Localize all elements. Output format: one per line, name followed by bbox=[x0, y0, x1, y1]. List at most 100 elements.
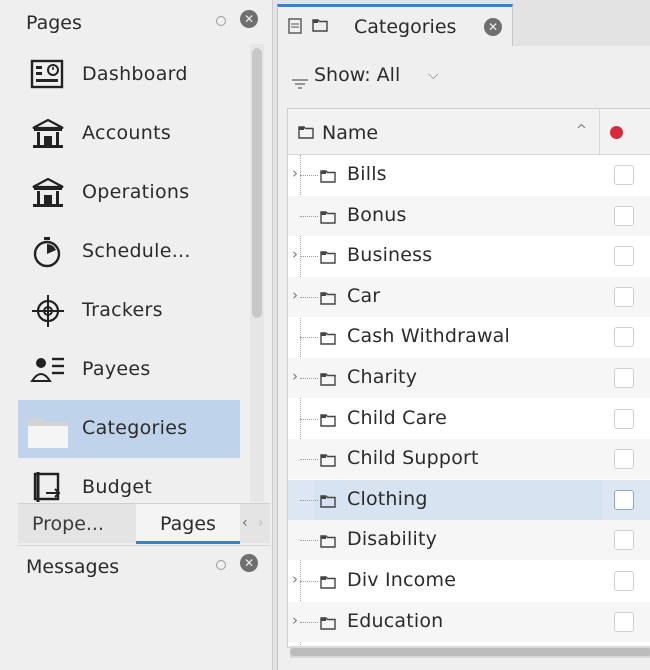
folder-icon bbox=[320, 412, 336, 431]
tree-header: Name ^ bbox=[288, 109, 650, 155]
pages-list: Dashboard Accounts Operations Schedule... Tr… bbox=[18, 44, 250, 502]
tree-row[interactable]: › Business bbox=[288, 236, 650, 276]
close-tab-icon[interactable]: ✕ bbox=[484, 18, 502, 36]
category-checkbox[interactable] bbox=[614, 611, 634, 632]
messages-dock-title: Messages bbox=[26, 556, 120, 578]
category-checkbox[interactable] bbox=[614, 165, 634, 185]
mark-column-icon bbox=[610, 126, 623, 139]
budget-icon bbox=[30, 471, 66, 505]
page-item-label: Dashboard bbox=[82, 63, 188, 85]
folder-icon bbox=[320, 533, 336, 552]
tree-branch-line bbox=[300, 499, 318, 501]
tab-pages[interactable]: Pages bbox=[136, 504, 240, 544]
folder-icon bbox=[320, 371, 336, 390]
category-checkbox[interactable] bbox=[614, 489, 634, 510]
page-item-payees[interactable]: Payees bbox=[18, 341, 240, 399]
tree-row[interactable]: Cash Withdrawal bbox=[288, 317, 650, 357]
column-header-name-label: Name bbox=[322, 122, 379, 144]
page-item-label: Accounts bbox=[82, 122, 172, 144]
folder-icon bbox=[320, 209, 336, 228]
page-item-label: Payees bbox=[82, 358, 151, 380]
category-label: Child Care bbox=[347, 406, 447, 429]
payees-icon bbox=[30, 353, 66, 387]
category-checkbox[interactable] bbox=[614, 408, 634, 429]
expand-chevron-icon[interactable]: › bbox=[292, 367, 298, 385]
sort-ascending-icon: ^ bbox=[576, 123, 587, 138]
tree-row[interactable]: Disability bbox=[288, 520, 650, 561]
folder-icon bbox=[320, 249, 336, 268]
tab-categories[interactable]: Categories ✕ bbox=[277, 4, 513, 46]
tree-branch-line bbox=[300, 378, 318, 379]
tree-branch-line bbox=[300, 256, 318, 258]
chevron-right-icon[interactable]: › bbox=[258, 515, 264, 531]
page-item-operations[interactable]: Operations bbox=[18, 164, 240, 222]
category-label: Bonus bbox=[347, 203, 407, 226]
tree-row[interactable]: Child Care bbox=[288, 399, 650, 439]
chevron-left-icon[interactable]: ‹ bbox=[242, 515, 248, 531]
tree-row[interactable]: › Div Income bbox=[288, 561, 650, 601]
page-item-schedule[interactable]: Schedule... bbox=[18, 223, 240, 281]
tree-branch-line bbox=[300, 337, 318, 339]
float-messages-icon[interactable] bbox=[216, 560, 226, 570]
page-item-categories[interactable]: Categories bbox=[18, 400, 240, 458]
pages-scroll-thumb[interactable] bbox=[252, 48, 262, 318]
horizontal-scroll-thumb[interactable] bbox=[290, 648, 650, 656]
pages-dock: Pages ✕ Dashboard Accounts Operations Sched… bbox=[18, 0, 270, 670]
category-label: Cash Withdrawal bbox=[347, 325, 511, 348]
column-header-name[interactable]: Name ^ bbox=[288, 109, 600, 155]
folder-icon bbox=[320, 168, 336, 187]
close-messages-icon[interactable]: ✕ bbox=[240, 554, 258, 572]
category-checkbox[interactable] bbox=[614, 246, 634, 267]
pages-scrollbar[interactable] bbox=[250, 44, 264, 502]
show-filter-dropdown[interactable]: Show: All ⌵ bbox=[292, 60, 452, 90]
tree-row[interactable]: › Education bbox=[288, 601, 650, 642]
categories-folder-icon bbox=[28, 414, 68, 448]
messages-dock-header: Messages ✕ bbox=[18, 545, 270, 585]
main-area: Categories ✕ Show: All ⌵ Name ^ › Bills … bbox=[272, 0, 650, 670]
page-item-trackers[interactable]: Trackers bbox=[18, 282, 240, 340]
category-checkbox[interactable] bbox=[614, 571, 634, 591]
folder-icon bbox=[312, 18, 328, 32]
category-label: Clothing bbox=[347, 487, 428, 510]
tree-row[interactable]: › Charity bbox=[288, 358, 650, 398]
category-checkbox[interactable] bbox=[614, 205, 634, 226]
folder-icon bbox=[320, 493, 336, 512]
close-dock-icon[interactable]: ✕ bbox=[240, 10, 258, 28]
tree-row[interactable]: Child Support bbox=[288, 439, 650, 480]
expand-chevron-icon[interactable]: › bbox=[292, 164, 298, 182]
folder-icon bbox=[320, 290, 336, 309]
page-item-accounts[interactable]: Accounts bbox=[18, 105, 240, 163]
float-dock-icon[interactable] bbox=[216, 16, 226, 26]
category-checkbox[interactable] bbox=[614, 368, 634, 388]
tree-branch-line bbox=[300, 621, 318, 623]
tree-branch-line bbox=[300, 175, 318, 176]
category-checkbox[interactable] bbox=[614, 530, 634, 551]
expand-chevron-icon[interactable]: › bbox=[292, 245, 298, 263]
column-header-mark[interactable] bbox=[602, 109, 650, 155]
show-filter-label: Show: All bbox=[314, 64, 401, 86]
bank-icon bbox=[30, 117, 66, 151]
category-label: Business bbox=[347, 244, 433, 267]
page-item-label: Categories bbox=[82, 417, 188, 439]
tree-row[interactable]: Bonus bbox=[288, 195, 650, 236]
page-icon bbox=[288, 18, 302, 34]
category-label: Education bbox=[347, 609, 444, 632]
expand-chevron-icon[interactable]: › bbox=[292, 286, 298, 304]
expand-chevron-icon[interactable]: › bbox=[292, 611, 298, 629]
tree-branch-line bbox=[300, 581, 318, 582]
tree-row[interactable]: › Car bbox=[288, 276, 650, 317]
category-checkbox[interactable] bbox=[614, 327, 634, 348]
expand-chevron-icon[interactable]: › bbox=[292, 570, 298, 588]
categories-content: Show: All ⌵ Name ^ › Bills Bonus › Business ›… bbox=[277, 46, 650, 670]
tree-branch-line bbox=[300, 540, 318, 542]
page-item-dashboard[interactable]: Dashboard bbox=[18, 46, 240, 104]
tree-row[interactable]: Clothing bbox=[288, 479, 650, 520]
category-checkbox[interactable] bbox=[614, 449, 634, 470]
tree-branch-line bbox=[300, 459, 318, 461]
category-checkbox[interactable] bbox=[614, 286, 634, 307]
tree-branch-line bbox=[300, 418, 318, 420]
horizontal-scrollbar[interactable] bbox=[290, 646, 650, 658]
tree-row[interactable]: › Bills bbox=[288, 155, 650, 195]
stopwatch-icon bbox=[30, 235, 66, 269]
tab-properties[interactable]: Prope... bbox=[32, 504, 132, 544]
